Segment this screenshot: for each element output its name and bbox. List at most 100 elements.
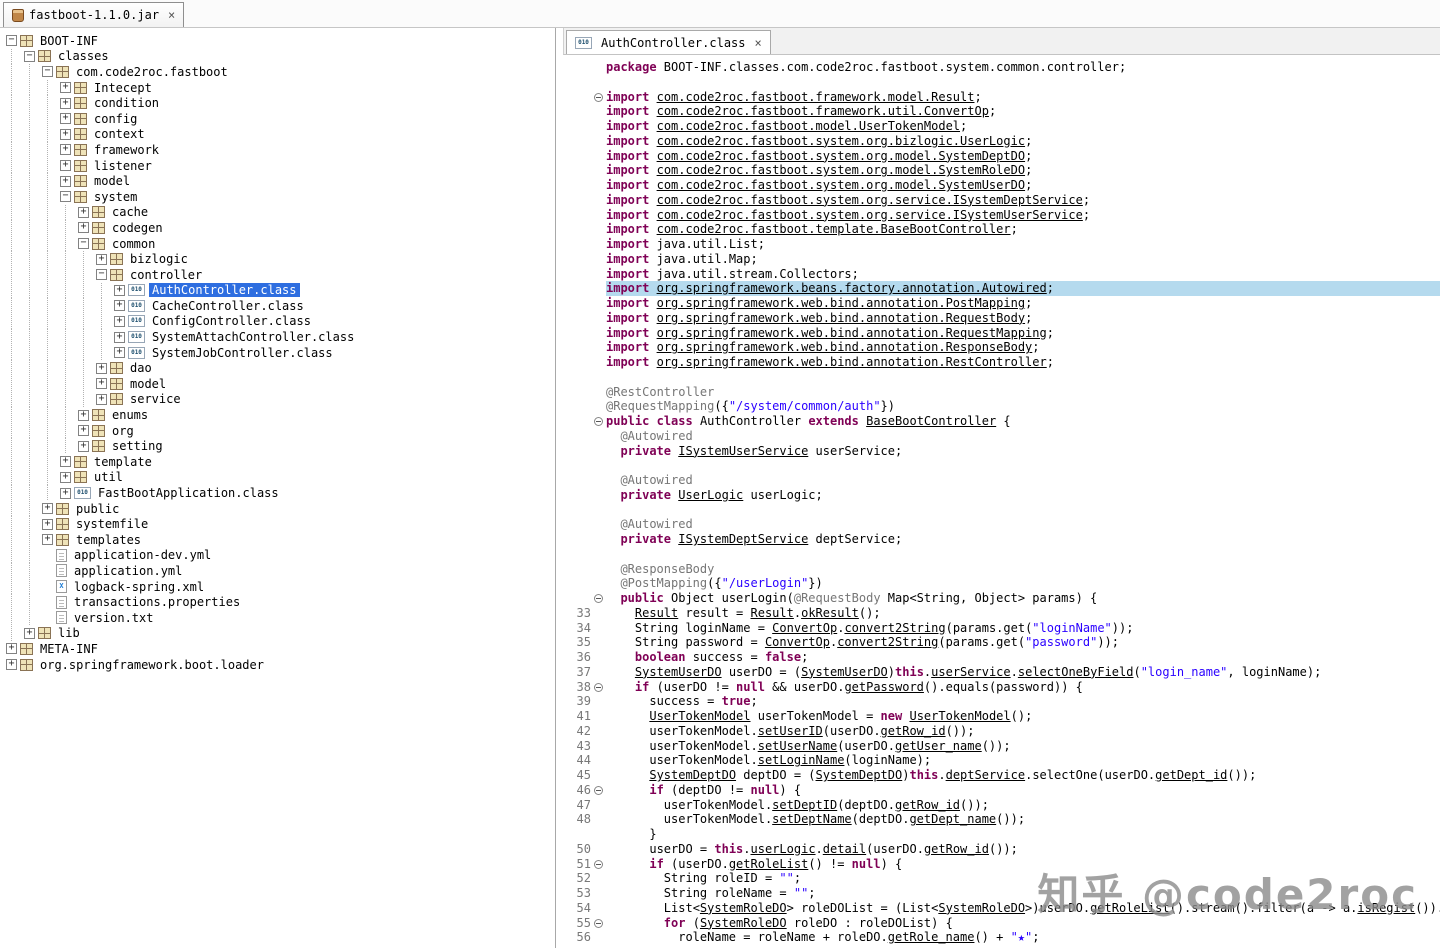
collapse-icon[interactable]: −: [42, 66, 53, 78]
code-link[interactable]: SystemDeptDO: [816, 768, 903, 782]
tree-item[interactable]: +010 SystemJobController.class: [6, 344, 555, 361]
code-link[interactable]: setUserID: [758, 724, 823, 738]
fold-collapse-icon[interactable]: [594, 417, 603, 426]
expand-icon[interactable]: +: [60, 487, 71, 499]
tree-item-label[interactable]: bizlogic: [127, 252, 191, 266]
tree-item-label[interactable]: ConfigController.class: [149, 314, 314, 328]
code-link[interactable]: okResult: [801, 606, 859, 620]
tree-item-label[interactable]: listener: [91, 159, 155, 173]
tree-item[interactable]: + cache: [6, 204, 555, 221]
tree-item[interactable]: Xlogback-spring.xml: [6, 578, 555, 595]
tree-item[interactable]: + service: [6, 391, 555, 408]
tree-item-label[interactable]: com.code2roc.fastboot: [73, 65, 231, 79]
tree-item-label[interactable]: cache: [109, 205, 151, 219]
expand-icon[interactable]: +: [78, 206, 89, 218]
tree-item-label[interactable]: org: [109, 424, 137, 438]
collapse-icon[interactable]: −: [60, 191, 71, 203]
code-link[interactable]: com.code2roc.fastboot.framework.util.Con…: [657, 104, 989, 118]
expand-icon[interactable]: +: [78, 425, 89, 437]
code-link[interactable]: ISystemDeptService: [678, 532, 808, 546]
tree-item-label[interactable]: SystemJobController.class: [149, 346, 336, 360]
code-link[interactable]: SystemDeptDO: [649, 768, 736, 782]
tree-item-label[interactable]: classes: [55, 49, 112, 63]
code-link[interactable]: getRow_id: [881, 724, 946, 738]
code-link[interactable]: convert2String: [837, 635, 938, 649]
code-link[interactable]: setDeptName: [772, 812, 851, 826]
expand-icon[interactable]: +: [60, 82, 71, 94]
expand-icon[interactable]: +: [78, 409, 89, 421]
collapse-icon[interactable]: −: [6, 35, 17, 47]
tree-item[interactable]: + dao: [6, 360, 555, 377]
code-link[interactable]: org.springframework.web.bind.annotation.…: [657, 340, 1033, 354]
tree-item-label[interactable]: condition: [91, 96, 162, 110]
code-link[interactable]: setDeptID: [772, 798, 837, 812]
tree-item[interactable]: − com.code2roc.fastboot: [6, 64, 555, 80]
code-link[interactable]: com.code2roc.fastboot.model.UserTokenMod…: [657, 119, 960, 133]
expand-icon[interactable]: +: [114, 300, 125, 312]
code-link[interactable]: ConvertOp: [772, 621, 837, 635]
code-link[interactable]: org.springframework.web.bind.annotation.…: [657, 355, 1047, 369]
tree-item[interactable]: + org.springframework.boot.loader: [6, 657, 555, 673]
editor-tab[interactable]: 010 AuthController.class ×: [566, 30, 771, 54]
expand-icon[interactable]: +: [96, 378, 107, 390]
code-link[interactable]: com.code2roc.fastboot.system.org.model.S…: [657, 163, 1025, 177]
tree-item[interactable]: +010 ConfigController.class: [6, 313, 555, 330]
code-link[interactable]: com.code2roc.fastboot.system.org.service…: [657, 208, 1083, 222]
tree-item[interactable]: − classes: [6, 48, 555, 65]
code-link[interactable]: getRoleList: [729, 857, 808, 871]
code-link[interactable]: getUser_name: [895, 739, 982, 753]
tree-item-label[interactable]: CacheController.class: [149, 299, 307, 313]
code-link[interactable]: com.code2roc.fastboot.template.BaseBootC…: [657, 222, 1011, 236]
collapse-icon[interactable]: −: [96, 269, 107, 281]
tree-item[interactable]: +010 AuthController.class: [6, 282, 555, 299]
expand-icon[interactable]: +: [60, 97, 71, 109]
tree-item-label[interactable]: META-INF: [37, 642, 101, 656]
tree-item[interactable]: + bizlogic: [6, 251, 555, 267]
close-icon[interactable]: ×: [755, 36, 762, 50]
expand-icon[interactable]: +: [6, 659, 17, 671]
code-link[interactable]: UserTokenModel: [909, 709, 1010, 723]
tree-item-label[interactable]: lib: [55, 626, 83, 640]
tree-item-label[interactable]: config: [91, 112, 140, 126]
tree-item[interactable]: − common: [6, 235, 555, 252]
tree-item-label[interactable]: setting: [109, 439, 166, 453]
expand-icon[interactable]: +: [60, 144, 71, 156]
tree-item[interactable]: application.yml: [6, 563, 555, 579]
tree-item[interactable]: + model: [6, 376, 555, 392]
tree-item[interactable]: + Intecept: [6, 79, 555, 96]
code-link[interactable]: userLogic: [751, 842, 816, 856]
tree-item-label[interactable]: systemfile: [73, 517, 151, 531]
tree-item[interactable]: version.txt: [6, 609, 555, 626]
tree-item-label[interactable]: common: [109, 237, 158, 251]
code-link[interactable]: ISystemUserService: [678, 444, 808, 458]
tree-item[interactable]: + model: [6, 173, 555, 189]
tree-item-label[interactable]: util: [91, 470, 126, 484]
expand-icon[interactable]: +: [96, 253, 107, 265]
tree-item[interactable]: + systemfile: [6, 516, 555, 532]
expand-icon[interactable]: +: [114, 284, 125, 296]
code-link[interactable]: convert2String: [844, 621, 945, 635]
tree-item[interactable]: + enums: [6, 407, 555, 423]
fold-collapse-icon[interactable]: [594, 682, 603, 692]
expand-icon[interactable]: +: [6, 643, 17, 655]
code-link[interactable]: getRole_name: [888, 930, 975, 944]
splitter[interactable]: [556, 28, 563, 948]
expand-icon[interactable]: +: [60, 456, 71, 468]
code-link[interactable]: com.code2roc.fastboot.system.org.model.S…: [657, 178, 1025, 192]
tree-item[interactable]: application-dev.yml: [6, 547, 555, 564]
tree-item[interactable]: +010 SystemAttachController.class: [6, 329, 555, 345]
fold-collapse-icon[interactable]: [594, 594, 603, 603]
tree-item[interactable]: + framework: [6, 142, 555, 158]
collapse-icon[interactable]: −: [78, 238, 89, 250]
fold-collapse-icon[interactable]: [594, 92, 603, 102]
tree-item-label[interactable]: logback-spring.xml: [71, 580, 207, 594]
tree-item-label[interactable]: controller: [127, 268, 205, 282]
tree-item[interactable]: + context: [6, 126, 555, 143]
code-link[interactable]: org.springframework.web.bind.annotation.…: [657, 326, 1047, 340]
tree-item[interactable]: + codegen: [6, 220, 555, 236]
tree-item-label[interactable]: service: [127, 392, 184, 406]
fold-collapse-icon[interactable]: [594, 785, 603, 795]
code-link[interactable]: isRegist: [1357, 901, 1415, 915]
tree-item[interactable]: transactions.properties: [6, 594, 555, 610]
code-link[interactable]: org.springframework.web.bind.annotation.…: [657, 311, 1025, 325]
